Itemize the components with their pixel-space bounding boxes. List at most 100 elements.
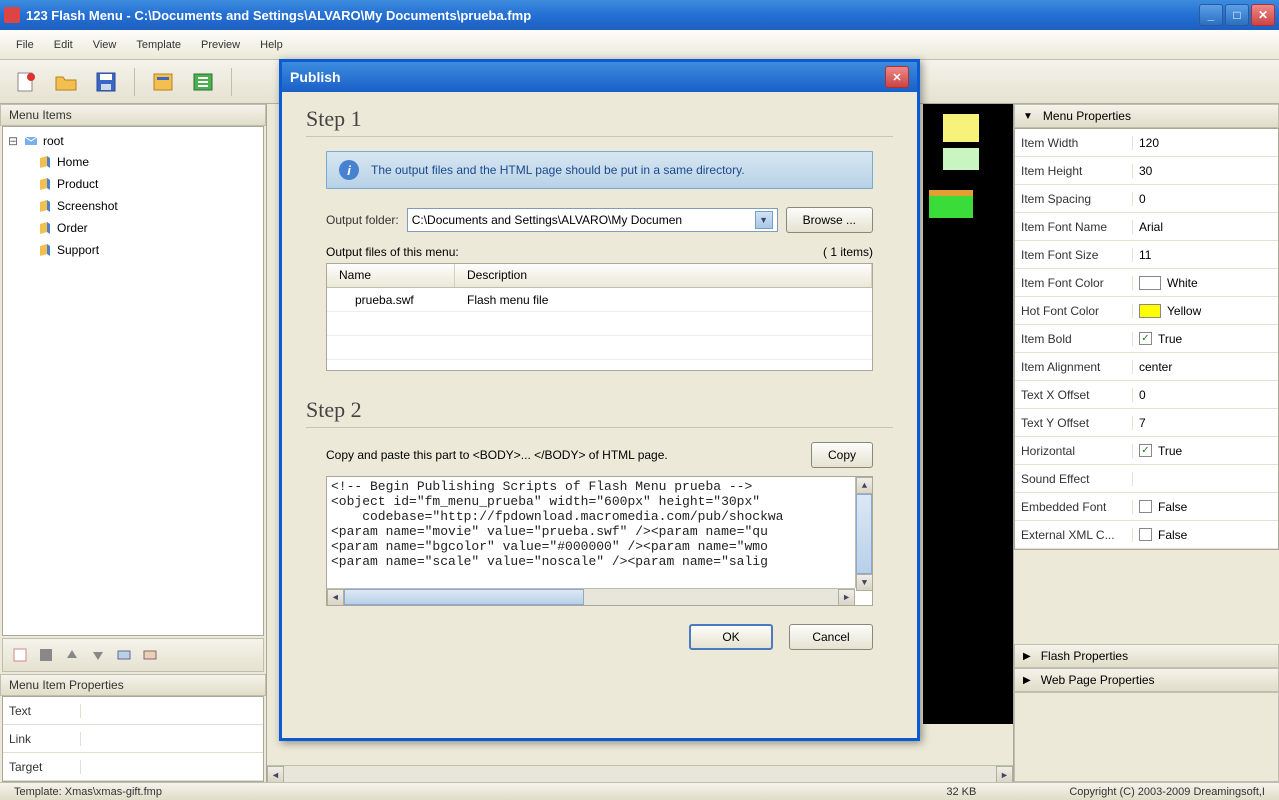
minimize-button[interactable]: _: [1199, 4, 1223, 26]
step1-header: Step 1: [306, 106, 893, 137]
cell-desc: Flash menu file: [455, 291, 560, 309]
tree-item[interactable]: Home: [33, 151, 259, 173]
files-count: ( 1 items): [823, 245, 873, 259]
preview-swatch-yellow: [943, 114, 979, 142]
property-value: 0: [1139, 192, 1146, 206]
publish-button[interactable]: [147, 67, 179, 97]
flash-preview: [923, 104, 1013, 724]
property-key: Item Font Color: [1015, 276, 1133, 290]
tree-item[interactable]: Support: [33, 239, 259, 261]
checkbox[interactable]: ✓: [1139, 332, 1152, 345]
col-name[interactable]: Name: [327, 264, 455, 287]
web-properties-header[interactable]: ▶Web Page Properties: [1014, 668, 1279, 692]
move-up-button[interactable]: [61, 644, 83, 666]
tree-item[interactable]: Screenshot: [33, 195, 259, 217]
browse-button[interactable]: Browse ...: [786, 207, 873, 233]
open-button[interactable]: [50, 67, 82, 97]
files-table: Name Description prueba.swf Flash menu f…: [326, 263, 873, 371]
checkbox[interactable]: [1139, 528, 1152, 541]
menu-template[interactable]: Template: [126, 35, 191, 55]
cancel-button[interactable]: Cancel: [789, 624, 873, 650]
property-row[interactable]: Text Y Offset7: [1015, 409, 1278, 437]
scroll-right-button[interactable]: ►: [838, 589, 855, 606]
copy-label: Copy and paste this part to <BODY>... </…: [326, 448, 811, 462]
property-row[interactable]: Item Font Size11: [1015, 241, 1278, 269]
status-copyright: Copyright (C) 2003-2009 Dreamingsoft,I: [1061, 786, 1273, 798]
property-row[interactable]: Item Alignmentcenter: [1015, 353, 1278, 381]
col-description[interactable]: Description: [455, 264, 872, 287]
ok-button[interactable]: OK: [689, 624, 773, 650]
window-title: 123 Flash Menu - C:\Documents and Settin…: [26, 8, 1199, 23]
tree-item[interactable]: Order: [33, 217, 259, 239]
property-row[interactable]: Item Font ColorWhite: [1015, 269, 1278, 297]
menu-tree[interactable]: ⊟ root HomeProductScreenshotOrderSupport: [2, 126, 264, 636]
menu-help[interactable]: Help: [250, 35, 293, 55]
property-row[interactable]: Horizontal✓True: [1015, 437, 1278, 465]
expand-icon[interactable]: ⊟: [7, 134, 19, 148]
dialog-titlebar: Publish ✕: [282, 62, 917, 92]
scroll-left-button[interactable]: ◄: [327, 589, 344, 606]
property-row[interactable]: Item Height30: [1015, 157, 1278, 185]
scroll-down-button[interactable]: ▼: [856, 574, 873, 591]
info-icon: i: [339, 160, 359, 180]
property-row[interactable]: Item Bold✓True: [1015, 325, 1278, 353]
menu-properties-header[interactable]: ▼Menu Properties: [1014, 104, 1279, 128]
add-item-button[interactable]: [9, 644, 31, 666]
scroll-left-button[interactable]: ◄: [267, 766, 284, 782]
move-down-button[interactable]: [87, 644, 109, 666]
item-icon: [37, 242, 53, 258]
scroll-up-button[interactable]: ▲: [856, 477, 873, 494]
new-button[interactable]: [10, 67, 42, 97]
menu-preview[interactable]: Preview: [191, 35, 250, 55]
save-button[interactable]: [90, 67, 122, 97]
menu-edit[interactable]: Edit: [44, 35, 83, 55]
code-textarea[interactable]: <!-- Begin Publishing Scripts of Flash M…: [326, 476, 873, 606]
item-icon: [37, 154, 53, 170]
menu-view[interactable]: View: [83, 35, 127, 55]
status-size: 32 KB: [861, 786, 1061, 798]
scroll-right-button[interactable]: ►: [996, 766, 1013, 782]
flash-properties-header[interactable]: ▶Flash Properties: [1014, 644, 1279, 668]
combo-dropdown-button[interactable]: ▼: [755, 211, 773, 229]
tree-item[interactable]: Product: [33, 173, 259, 195]
indent-button[interactable]: [113, 644, 135, 666]
property-key: External XML C...: [1015, 528, 1133, 542]
statusbar: Template: Xmas\xmas-gift.fmp 32 KB Copyr…: [0, 782, 1279, 800]
property-key: Text Y Offset: [1015, 416, 1133, 430]
copy-button[interactable]: Copy: [811, 442, 873, 468]
checkbox[interactable]: ✓: [1139, 444, 1152, 457]
property-row[interactable]: Item Font NameArial: [1015, 213, 1278, 241]
delete-item-button[interactable]: [35, 644, 57, 666]
property-key: Item Spacing: [1015, 192, 1133, 206]
checkbox[interactable]: [1139, 500, 1152, 513]
maximize-button[interactable]: □: [1225, 4, 1249, 26]
outdent-button[interactable]: [139, 644, 161, 666]
property-row[interactable]: Sound Effect: [1015, 465, 1278, 493]
preview-hscroll[interactable]: ◄ ►: [267, 765, 1013, 782]
item-props-header: Menu Item Properties: [0, 674, 266, 696]
step2-header: Step 2: [306, 397, 893, 428]
property-row[interactable]: Embedded FontFalse: [1015, 493, 1278, 521]
property-row[interactable]: Item Spacing 0: [1015, 185, 1278, 213]
table-row[interactable]: prueba.swf Flash menu file: [327, 288, 872, 312]
item-icon: [37, 198, 53, 214]
info-box: i The output files and the HTML page sho…: [326, 151, 873, 189]
export-button[interactable]: [187, 67, 219, 97]
property-row[interactable]: Hot Font ColorYellow: [1015, 297, 1278, 325]
vscrollbar[interactable]: ▲▼: [855, 477, 872, 588]
output-folder-combo[interactable]: C:\Documents and Settings\ALVARO\My Docu…: [407, 208, 778, 232]
property-row[interactable]: Text X Offset0: [1015, 381, 1278, 409]
close-button[interactable]: ✕: [1251, 4, 1275, 26]
property-row[interactable]: External XML C...False: [1015, 521, 1278, 549]
property-row[interactable]: Item Width120: [1015, 129, 1278, 157]
tree-root[interactable]: ⊟ root: [7, 131, 259, 151]
item-icon: [37, 220, 53, 236]
hscroll-thumb[interactable]: [344, 589, 584, 605]
publish-dialog: Publish ✕ Step 1 i The output files and …: [279, 59, 920, 741]
menu-file[interactable]: File: [6, 35, 44, 55]
vscroll-thumb[interactable]: [856, 494, 872, 574]
dialog-close-button[interactable]: ✕: [885, 66, 909, 88]
prop-text-label: Text: [3, 704, 81, 718]
hscrollbar[interactable]: ◄►: [327, 588, 855, 605]
menubar: File Edit View Template Preview Help: [0, 30, 1279, 60]
